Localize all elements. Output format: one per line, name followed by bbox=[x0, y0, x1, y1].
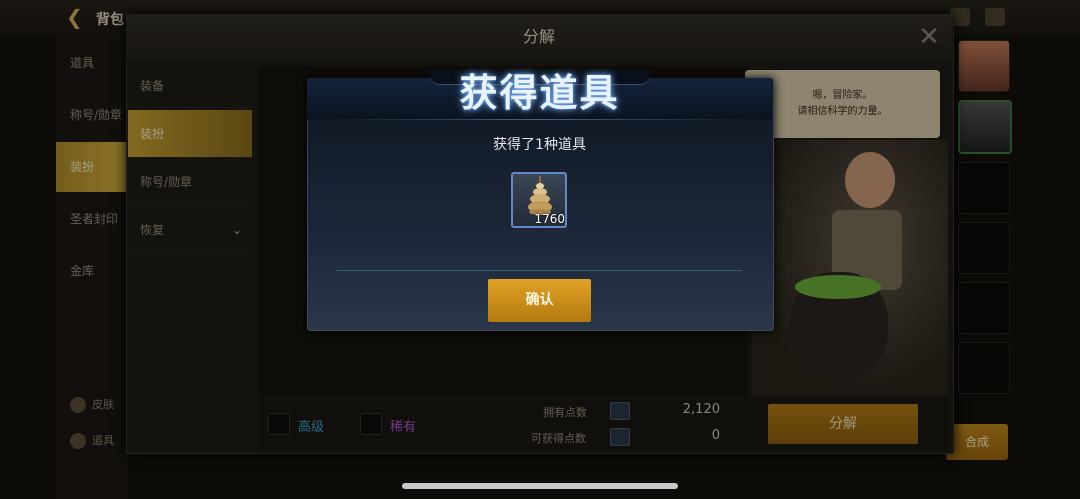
modal-message: 获得了1种道具 bbox=[493, 137, 586, 153]
item-count: 1760 bbox=[534, 212, 565, 226]
home-indicator[interactable] bbox=[402, 483, 678, 489]
divider bbox=[317, 119, 762, 120]
modal-title: 获得道具 bbox=[459, 71, 620, 115]
confirm-button[interactable]: 确认 bbox=[488, 279, 591, 322]
divider bbox=[337, 270, 742, 271]
item-icon bbox=[528, 176, 552, 215]
